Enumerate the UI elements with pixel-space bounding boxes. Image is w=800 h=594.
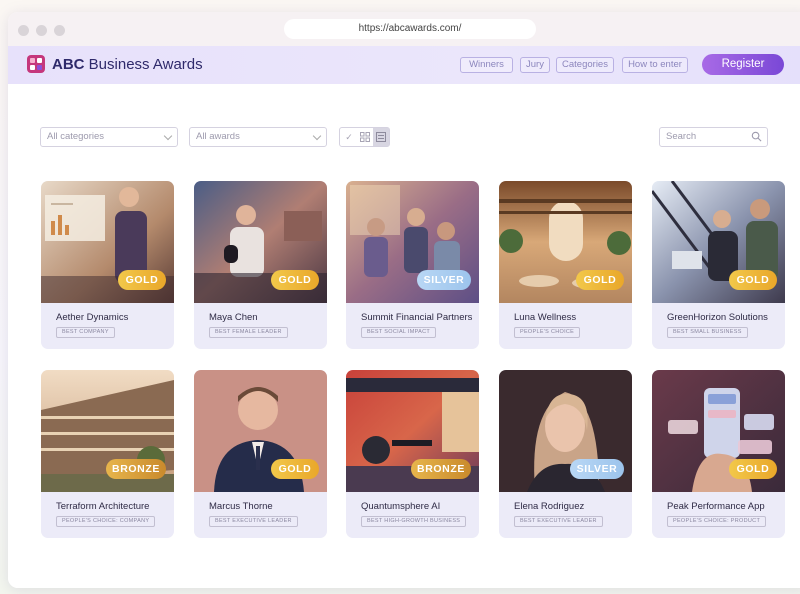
categories-select-value: All categories [47, 131, 105, 142]
chevron-down-icon [163, 131, 173, 141]
url-bar[interactable]: https://abcawards.com/ [284, 19, 536, 39]
search-icon[interactable] [751, 131, 762, 142]
card-title: Terraform Architecture [56, 501, 150, 512]
category-tag: BEST EXECUTIVE LEADER [514, 516, 603, 527]
card-title: Maya Chen [209, 312, 258, 323]
browser-chrome: https://abcawards.com/ [8, 12, 800, 46]
search-input[interactable]: Search [659, 127, 768, 147]
nav-how-to-enter[interactable]: How to enter [622, 57, 688, 73]
category-tag: PEOPLE'S CHOICE: PRODUCT [667, 516, 767, 527]
chevron-down-icon [312, 131, 322, 141]
winner-card[interactable]: BRONZE Terraform Architecture PEOPLE'S C… [41, 370, 174, 538]
browser-window: https://abcawards.com/ ABC Business Awar… [8, 12, 800, 588]
winner-card[interactable]: GOLD Maya Chen BEST FEMALE LEADER [194, 181, 327, 349]
brand-name[interactable]: ABC Business Awards [52, 56, 203, 73]
category-tag: BEST COMPANY [56, 327, 115, 338]
winner-card[interactable]: SILVER Elena Rodriguez BEST EXECUTIVE LE… [499, 370, 632, 538]
search-placeholder: Search [666, 131, 697, 142]
category-tag: PEOPLE'S CHOICE: COMPANY [56, 516, 156, 527]
awards-select[interactable]: All awards [189, 127, 327, 147]
card-title: Summit Financial Partners [361, 312, 473, 323]
award-badge: GOLD [118, 270, 166, 290]
category-tag: BEST EXECUTIVE LEADER [209, 516, 298, 527]
window-zoom-dot[interactable] [54, 25, 65, 36]
card-title: Peak Performance App [667, 501, 765, 512]
winner-card[interactable]: GOLD Peak Performance App PEOPLE'S CHOIC… [652, 370, 785, 538]
award-badge: BRONZE [411, 459, 471, 479]
nav-categories[interactable]: Categories [556, 57, 614, 73]
category-tag: BEST HIGH-GROWTH BUSINESS [361, 516, 467, 527]
brand-logo-icon [27, 55, 45, 73]
window-minimize-dot[interactable] [36, 25, 47, 36]
winner-card[interactable]: GOLD Marcus Thorne BEST EXECUTIVE LEADER [194, 370, 327, 538]
awards-select-value: All awards [196, 131, 240, 142]
card-title: Elena Rodriguez [514, 501, 585, 512]
winner-card[interactable]: GOLD Luna Wellness PEOPLE'S CHOICE [499, 181, 632, 349]
card-title: Aether Dynamics [56, 312, 129, 323]
card-title: GreenHorizon Solutions [667, 312, 768, 323]
site-header: ABC Business Awards Winners Jury Categor… [8, 46, 800, 84]
nav-winners[interactable]: Winners [460, 57, 513, 73]
categories-select[interactable]: All categories [40, 127, 178, 147]
register-button[interactable]: Register [702, 54, 784, 75]
award-badge: GOLD [271, 459, 319, 479]
award-badge: GOLD [271, 270, 319, 290]
window-close-dot[interactable] [18, 25, 29, 36]
nav-jury[interactable]: Jury [520, 57, 550, 73]
list-view-icon[interactable] [373, 128, 389, 146]
award-badge: GOLD [729, 459, 777, 479]
award-badge: SILVER [570, 459, 624, 479]
category-tag: BEST SMALL BUSINESS [667, 327, 748, 338]
check-icon[interactable]: ✓ [341, 128, 357, 146]
card-title: Luna Wellness [514, 312, 577, 323]
winner-card[interactable]: SILVER Summit Financial Partners BEST SO… [346, 181, 479, 349]
category-tag: BEST SOCIAL IMPACT [361, 327, 437, 338]
winner-card[interactable]: GOLD Aether Dynamics BEST COMPANY [41, 181, 174, 349]
brand-name-rest: Business Awards [84, 56, 203, 73]
award-badge: GOLD [576, 270, 624, 290]
brand-name-bold: ABC [52, 56, 85, 73]
winner-card[interactable]: GOLD GreenHorizon Solutions BEST SMALL B… [652, 181, 785, 349]
category-tag: PEOPLE'S CHOICE [514, 327, 581, 338]
winner-card[interactable]: BRONZE Quantumsphere AI BEST HIGH-GROWTH… [346, 370, 479, 538]
view-toggle: ✓ [339, 127, 390, 147]
card-title: Marcus Thorne [209, 501, 273, 512]
category-tag: BEST FEMALE LEADER [209, 327, 288, 338]
grid-view-icon[interactable] [357, 128, 373, 146]
award-badge: SILVER [417, 270, 471, 290]
award-badge: GOLD [729, 270, 777, 290]
main-content: All categories All awards ✓ Search GOLD … [8, 84, 800, 588]
award-badge: BRONZE [106, 459, 166, 479]
card-title: Quantumsphere AI [361, 501, 441, 512]
